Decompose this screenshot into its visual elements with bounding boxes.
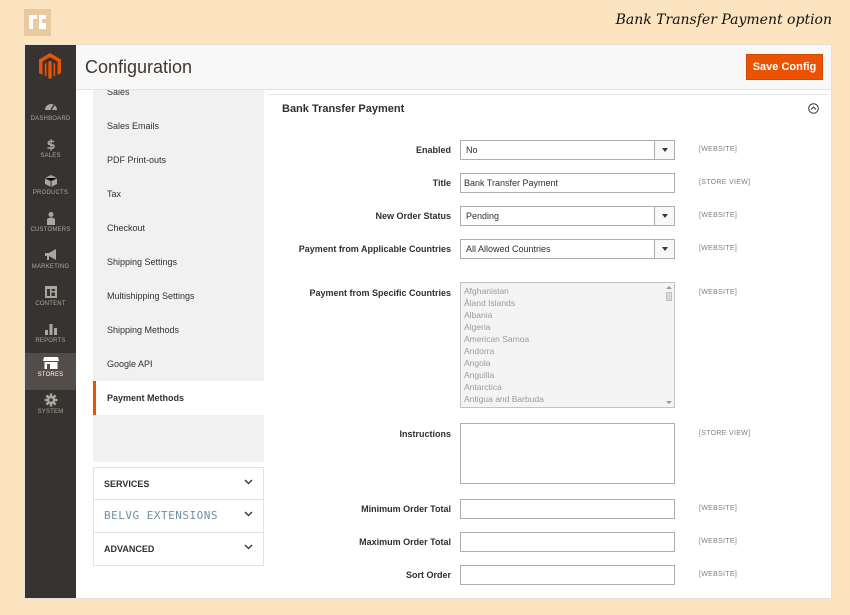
scope-label: [WEBSITE] [699,571,738,578]
group-label: BELVG EXTENSIONS [104,509,218,522]
chevron-down-icon [244,479,253,485]
scope-label: [WEBSITE] [699,289,738,296]
sort-order-label: Sort Order [405,570,451,580]
gear-icon [25,393,76,408]
sidebar-item-multishipping-settings[interactable]: Multishipping Settings [93,279,264,313]
svg-text:$: $ [46,138,55,151]
country-option[interactable]: American Samoa [464,334,529,344]
box-icon [25,174,76,189]
config-sidebar: Sales Sales Emails PDF Print-outs Tax Ch… [93,90,264,570]
scope-label: [WEBSITE] [699,212,738,219]
sidebar-item-sales-emails[interactable]: Sales Emails [93,109,264,143]
nav-sales[interactable]: $ SALES [25,134,76,171]
nav-system[interactable]: SYSTEM [25,390,76,427]
scope-label: [WEBSITE] [699,245,738,252]
nav-products[interactable]: PRODUCTS [25,171,76,208]
new-order-status-select[interactable]: Pending [460,206,675,226]
max-order-total-input[interactable] [460,532,675,552]
scroll-thumb[interactable] [666,292,672,301]
scope-label: [STORE VIEW] [699,179,751,186]
nav-customers[interactable]: CUSTOMERS [25,208,76,245]
max-order-total-label: Maximum Order Total [359,537,451,547]
country-option[interactable]: Antigua and Barbuda [464,394,544,404]
dashboard-icon [25,100,76,115]
save-config-button[interactable]: Save Config [746,54,823,80]
multiselect-scrollbar[interactable] [664,283,674,407]
scope-label: [WEBSITE] [699,146,738,153]
country-option[interactable]: Antarctica [464,382,502,392]
nav-dashboard[interactable]: DASHBOARD [25,97,76,134]
applicable-countries-select[interactable]: All Allowed Countries [460,239,675,259]
group-belvg-extensions[interactable]: BELVG EXTENSIONS [93,500,264,533]
dropdown-arrow-icon [654,141,674,159]
sidebar-item-shipping-settings[interactable]: Shipping Settings [93,245,264,279]
min-order-total-label: Minimum Order Total [361,504,451,514]
country-option[interactable]: Anguilla [464,370,494,380]
caption: Bank Transfer Payment option [615,12,832,28]
sidebar-item-tax[interactable]: Tax [93,177,264,211]
group-label: ADVANCED [104,544,155,554]
instructions-textarea[interactable] [460,423,675,484]
dropdown-arrow-icon [654,240,674,258]
country-option[interactable]: Andorra [464,346,494,356]
nav-marketing[interactable]: MARKETING [25,245,76,282]
bar-chart-icon [25,322,76,337]
scope-label: [STORE VIEW] [699,430,751,437]
group-services[interactable]: SERVICES [93,467,264,500]
group-label: SERVICES [104,479,150,489]
country-option[interactable]: Angola [464,358,490,368]
brand-logo [24,9,51,36]
section-title[interactable]: Bank Transfer Payment [282,103,404,115]
sidebar-item-sales[interactable]: Sales [93,90,264,104]
sort-order-input[interactable] [460,565,675,585]
country-option[interactable]: Afghanistan [464,286,509,296]
page-header: Configuration Save Config [76,45,831,90]
collapse-icon[interactable] [808,103,819,114]
magento-logo-icon[interactable] [38,52,62,80]
section-divider [268,94,828,95]
page-title: Configuration [85,57,193,77]
sidebar-item-google-api[interactable]: Google API [93,347,264,381]
store-icon [25,356,76,371]
person-icon [25,211,76,226]
country-option[interactable]: Albania [464,310,492,320]
dropdown-arrow-icon [654,207,674,225]
layout-icon [25,285,76,300]
specific-countries-multiselect[interactable]: Afghanistan Åland Islands Albania Algeri… [460,282,675,408]
scope-label: [WEBSITE] [699,505,738,512]
enabled-label: Enabled [415,145,451,155]
scroll-down-icon[interactable] [666,400,672,405]
sidebar-item-pdf-print-outs[interactable]: PDF Print-outs [93,143,264,177]
instructions-label: Instructions [399,429,451,439]
nav-content[interactable]: CONTENT [25,282,76,319]
applicable-countries-label: Payment from Applicable Countries [298,244,451,254]
title-label: Title [432,178,451,188]
country-option[interactable]: Åland Islands [464,298,515,308]
dollar-icon: $ [25,137,76,152]
country-option[interactable]: Algeria [464,322,490,332]
enabled-select[interactable]: No [460,140,675,160]
specific-countries-label: Payment from Specific Countries [309,288,451,298]
title-input[interactable]: Bank Transfer Payment [460,173,675,193]
megaphone-icon [25,248,76,263]
admin-window: DASHBOARD $ SALES PRODUCTS CUSTOMERS MAR… [24,44,832,599]
sidebar-item-shipping-methods[interactable]: Shipping Methods [93,313,264,347]
admin-menu: DASHBOARD $ SALES PRODUCTS CUSTOMERS MAR… [25,45,76,598]
scope-label: [WEBSITE] [699,538,738,545]
sales-subsection-list: Sales Sales Emails PDF Print-outs Tax Ch… [93,90,264,462]
group-advanced[interactable]: ADVANCED [93,533,264,566]
new-order-status-label: New Order Status [375,211,451,221]
min-order-total-input[interactable] [460,499,675,519]
sidebar-item-checkout[interactable]: Checkout [93,211,264,245]
nav-reports[interactable]: REPORTS [25,319,76,356]
scroll-up-icon[interactable] [666,285,672,290]
sidebar-item-payment-methods[interactable]: Payment Methods [93,381,264,415]
nav-stores[interactable]: STORES [25,353,76,390]
